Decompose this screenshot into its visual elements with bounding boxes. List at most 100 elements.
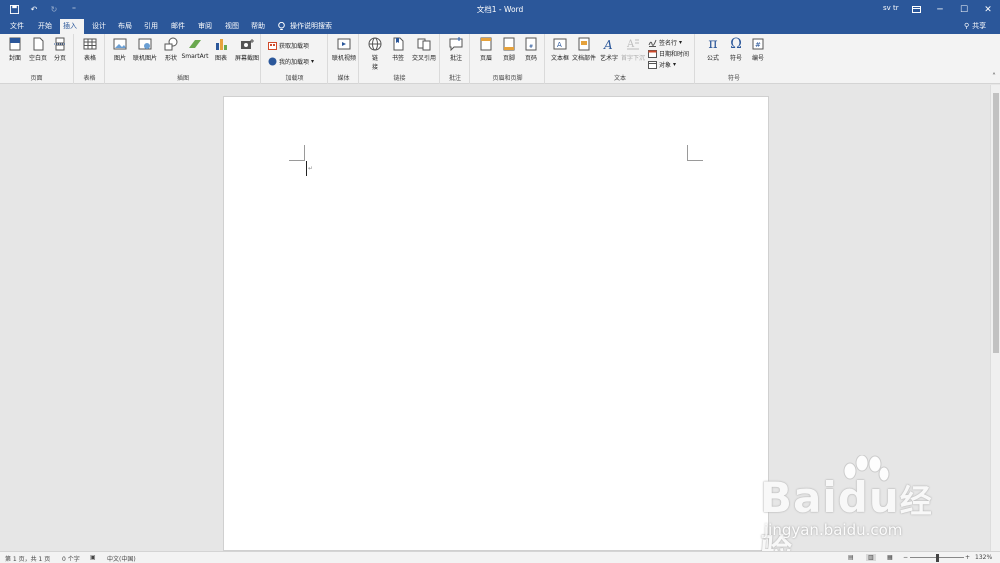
window-title: 文档1 - Word [476, 5, 524, 14]
cover-page-button[interactable]: 封面 [3, 37, 27, 62]
close-button[interactable]: ✕ [976, 0, 1000, 19]
smartart-icon [189, 40, 201, 48]
chevron-down-icon: ▾ [311, 58, 315, 65]
chevron-down-icon: ▾ [679, 39, 683, 46]
paragraph-mark: ↵ [308, 165, 314, 172]
tab-mailings[interactable]: 邮件 [168, 19, 188, 34]
svg-text:A: A [626, 39, 635, 50]
lightbulb-icon [278, 22, 285, 30]
group-comments: 批注 批注 [441, 34, 470, 84]
page-number-button[interactable]: # 页码 [519, 37, 543, 62]
page-count[interactable]: 第 1 页，共 1 页 [5, 554, 50, 563]
numbering-button[interactable]: # 编号 [746, 37, 770, 62]
object-button[interactable]: 对象 ▾ [648, 59, 676, 70]
wordart-icon: A [603, 38, 613, 51]
zoom-level[interactable]: 132% [975, 554, 992, 561]
bookmark-button[interactable]: 书签 [387, 37, 409, 62]
signature-line-button[interactable]: 签名行 ▾ [648, 37, 682, 48]
tab-insert[interactable]: 插入 [60, 19, 84, 34]
chart-icon [216, 39, 227, 50]
object-icon [648, 61, 657, 69]
link-button[interactable]: 链 接 [364, 37, 386, 71]
cross-reference-icon [417, 38, 431, 51]
blank-page-icon [33, 37, 44, 51]
watermark-brand: Baidu经验 [760, 473, 933, 563]
text-box-button[interactable]: A 文本框 [548, 37, 572, 62]
proofing-icon[interactable]: ▣ [90, 554, 96, 561]
group-symbols: π 公式 Ω 符号 # 编号 符号 [696, 34, 772, 84]
maximize-icon: ☐ [959, 4, 969, 15]
wordart-button[interactable]: A 艺术字 [597, 37, 621, 62]
crop-mark-top-right [687, 145, 703, 161]
online-pictures-button[interactable]: 联机图片 [132, 37, 158, 62]
pictures-button[interactable]: 图片 [108, 37, 132, 62]
get-addins-button[interactable]: 获取加载项 [268, 40, 309, 51]
minimize-button[interactable]: ─ [928, 0, 952, 19]
symbol-button[interactable]: Ω 符号 [724, 37, 748, 62]
drop-cap-button[interactable]: A 首字下沉 [620, 37, 646, 62]
page-break-button[interactable]: 分页 [48, 37, 72, 62]
share-button[interactable]: ⚲ 共享 [964, 19, 986, 34]
zoom-slider-thumb[interactable] [936, 554, 939, 562]
document-page[interactable]: ↵ [223, 96, 769, 551]
my-addins-icon [268, 57, 277, 66]
vertical-scrollbar[interactable] [990, 85, 1000, 551]
text-cursor [306, 161, 307, 176]
online-picture-icon [138, 38, 152, 50]
tab-view[interactable]: 视图 [222, 19, 242, 34]
screenshot-button[interactable]: 屏幕截图 [233, 37, 261, 62]
word-count[interactable]: 0 个字 [62, 554, 80, 563]
collapse-ribbon-button[interactable]: ˄ [992, 72, 996, 81]
new-comment-button[interactable]: 批注 [444, 37, 468, 62]
language-indicator[interactable]: 中文(中国) [107, 554, 136, 563]
table-icon [83, 38, 97, 50]
zoom-out-button[interactable]: − [903, 554, 908, 561]
web-layout-button[interactable]: ▦ [887, 554, 893, 561]
group-links: 链 接 书签 交叉引用 链接 [360, 34, 440, 84]
ribbon-tabs: 文件 开始 插入 设计 布局 引用 邮件 审阅 视图 帮助 操作说明搜索 ⚲ 共… [0, 19, 1000, 34]
my-addins-button[interactable]: 我的加载项 ▾ [268, 56, 314, 67]
text-box-icon: A [553, 38, 567, 50]
online-video-button[interactable]: 联机视频 [330, 37, 358, 62]
group-text: A 文本框 文档部件 A 艺术字 A 首字下沉 签名行 ▾ 日期和时间 对象 ▾ [546, 34, 695, 84]
footer-button[interactable]: 页脚 [497, 37, 521, 62]
shapes-icon [164, 37, 178, 51]
tab-references[interactable]: 引用 [141, 19, 161, 34]
tab-home[interactable]: 开始 [35, 19, 55, 34]
read-mode-button[interactable]: ▤ [848, 554, 854, 561]
print-layout-button[interactable]: ▥ [866, 554, 876, 561]
baidu-jingyan-watermark: Baidu经验 jingyan.baidu.com [760, 455, 960, 563]
minimize-icon: ─ [937, 4, 943, 15]
smartart-button[interactable]: SmartArt [180, 37, 210, 60]
date-time-button[interactable]: 日期和时间 [648, 48, 689, 59]
blank-page-button[interactable]: 空白页 [26, 37, 50, 62]
chart-button[interactable]: 图表 [209, 37, 233, 62]
quick-parts-button[interactable]: 文档部件 [571, 37, 597, 62]
drop-cap-icon: A [626, 39, 639, 50]
tab-design[interactable]: 设计 [89, 19, 109, 34]
ribbon-insert: 封面 空白页 分页 页面 表格 表格 图片 联机图片 形状 SmartArt 图… [0, 34, 1000, 84]
equation-button[interactable]: π 公式 [701, 37, 725, 62]
maximize-button[interactable]: ☐ [952, 0, 976, 19]
watermark-url: jingyan.baidu.com [764, 521, 903, 539]
zoom-in-button[interactable]: + [965, 554, 970, 561]
scrollbar-thumb[interactable] [993, 93, 999, 353]
globe-link-icon [368, 37, 382, 51]
tab-help[interactable]: 帮助 [248, 19, 268, 34]
header-button[interactable]: 页眉 [474, 37, 498, 62]
number-icon: # [752, 38, 764, 50]
user-name[interactable]: sv tr [883, 4, 899, 12]
tab-layout[interactable]: 布局 [115, 19, 135, 34]
status-bar: 第 1 页，共 1 页 0 个字 ▣ 中文(中国) ▤ ▥ ▦ − + 132% [0, 551, 1000, 563]
group-pages: 封面 空白页 分页 页面 [0, 34, 74, 84]
ribbon-display-options-button[interactable] [904, 0, 928, 19]
tab-review[interactable]: 审阅 [195, 19, 215, 34]
group-tables: 表格 表格 [75, 34, 105, 84]
cross-reference-button[interactable]: 交叉引用 [409, 37, 439, 62]
ribbon-display-icon [911, 6, 921, 13]
tab-file[interactable]: 文件 [7, 19, 27, 34]
tell-me-search[interactable]: 操作说明搜索 [278, 19, 332, 34]
group-header-footer: 页眉 页脚 # 页码 页眉和页脚 [471, 34, 545, 84]
table-button[interactable]: 表格 [78, 37, 102, 62]
chevron-down-icon: ▾ [673, 61, 677, 68]
